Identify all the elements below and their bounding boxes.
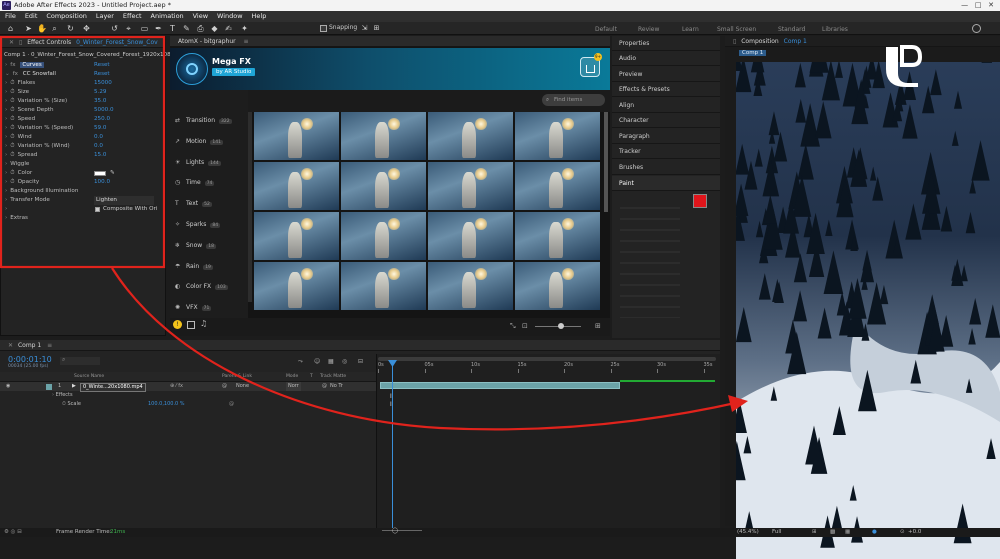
exposure-value[interactable]: +0.0 bbox=[908, 528, 921, 537]
status-bar: ⚙ ◎ ⊟ Frame Render Time: 21ms ◯ (45.4%) … bbox=[0, 528, 1000, 537]
render-time-value: 21ms bbox=[110, 528, 125, 537]
camera-icon[interactable]: ⊙ bbox=[900, 528, 905, 537]
zoom-level[interactable]: (45.4%) bbox=[737, 528, 759, 537]
region-icon[interactable]: ⊞ bbox=[812, 528, 817, 537]
timeline-zoom-thumb[interactable]: ◯ bbox=[392, 527, 398, 536]
annotation-box bbox=[1, 37, 164, 267]
guides-icon[interactable]: ▦ bbox=[845, 528, 850, 537]
timeline-zoom-slider[interactable] bbox=[382, 530, 422, 531]
annotation-arrowhead bbox=[728, 395, 748, 412]
status-icons[interactable]: ⚙ ◎ ⊟ bbox=[4, 528, 22, 537]
transparency-grid-icon[interactable]: ▩ bbox=[830, 528, 835, 537]
annotation-arrow bbox=[112, 268, 740, 429]
color-channel-icon[interactable]: ● bbox=[872, 528, 877, 537]
render-time-label: Frame Render Time: bbox=[56, 528, 112, 537]
resolution-select[interactable]: Full bbox=[772, 528, 781, 537]
annotation-overlay bbox=[0, 0, 1000, 537]
